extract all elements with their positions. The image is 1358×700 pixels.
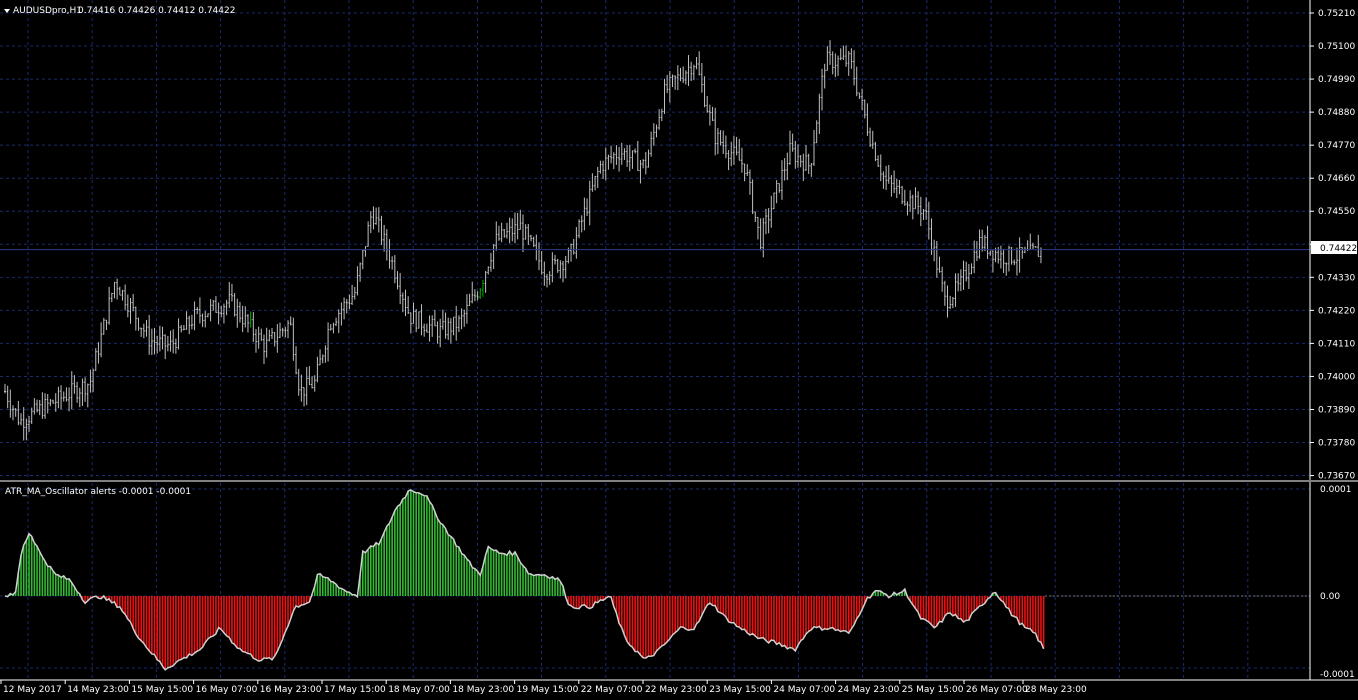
- trading-chart[interactable]: 0.75210 0.75100 0.74990 0.74880 0.74770 0.746…: [0, 0, 1358, 700]
- price-tick-label: 0.75100: [1318, 42, 1355, 52]
- price-tick-label: 0.74110: [1318, 339, 1355, 349]
- time-tick-label: 28 May 23:00: [1025, 685, 1087, 695]
- price-tick-label: 0.74660: [1318, 174, 1355, 184]
- price-tick-label: 0.74000: [1318, 372, 1355, 382]
- time-tick-label: 22 May 23:00: [645, 685, 707, 695]
- price-tick-label: 0.74990: [1318, 75, 1355, 85]
- price-tick-label: 0.74550: [1318, 207, 1355, 217]
- time-tick-label: 16 May 07:00: [196, 685, 258, 695]
- time-tick-label: 18 May 23:00: [452, 685, 514, 695]
- price-tick-label: 0.75210: [1318, 9, 1355, 19]
- chart-background: [0, 0, 1358, 700]
- indicator-header: ATR_MA_Oscillator alerts -0.0001 -0.0001: [5, 487, 191, 497]
- indicator-axis-max: 0.0001: [1320, 485, 1352, 495]
- time-tick-label: 24 May 23:00: [838, 685, 900, 695]
- current-price-label: 0.74422: [1320, 244, 1357, 254]
- current-price-tag: 0.74422: [1311, 241, 1357, 254]
- price-tick-label: 0.74880: [1318, 108, 1355, 118]
- price-tick-label: 0.73670: [1318, 472, 1355, 482]
- time-tick-label: 16 May 23:00: [260, 685, 322, 695]
- time-tick-label: 14 May 23:00: [67, 685, 129, 695]
- symbol-header: AUDUSDpro,H1 0.74416 0.74426 0.74412 0.7…: [4, 6, 235, 16]
- time-tick-label: 15 May 15:00: [131, 685, 193, 695]
- time-tick-label: 26 May 07:00: [966, 685, 1028, 695]
- time-tick-label: 19 May 15:00: [517, 685, 579, 695]
- time-tick-label: 24 May 07:00: [773, 685, 835, 695]
- ohlc-label: 0.74416 0.74426 0.74412 0.74422: [78, 6, 235, 16]
- indicator-axis-min: -0.0001: [1320, 670, 1355, 680]
- price-tick-label: 0.74770: [1318, 141, 1355, 151]
- time-tick-label: 12 May 2017: [3, 685, 62, 695]
- time-tick-label: 22 May 07:00: [581, 685, 643, 695]
- time-tick-label: 25 May 15:00: [902, 685, 964, 695]
- symbol-label: AUDUSDpro,H1: [13, 6, 82, 16]
- price-tick-label: 0.74220: [1318, 306, 1355, 316]
- indicator-axis-zero: 0.00: [1320, 592, 1340, 602]
- price-tick-label: 0.73780: [1318, 439, 1355, 449]
- time-tick-label: 23 May 15:00: [709, 685, 771, 695]
- time-tick-label: 18 May 07:00: [388, 685, 450, 695]
- price-tick-label: 0.74330: [1318, 273, 1355, 283]
- time-tick-label: 17 May 15:00: [324, 685, 386, 695]
- price-tick-label: 0.73890: [1318, 405, 1355, 415]
